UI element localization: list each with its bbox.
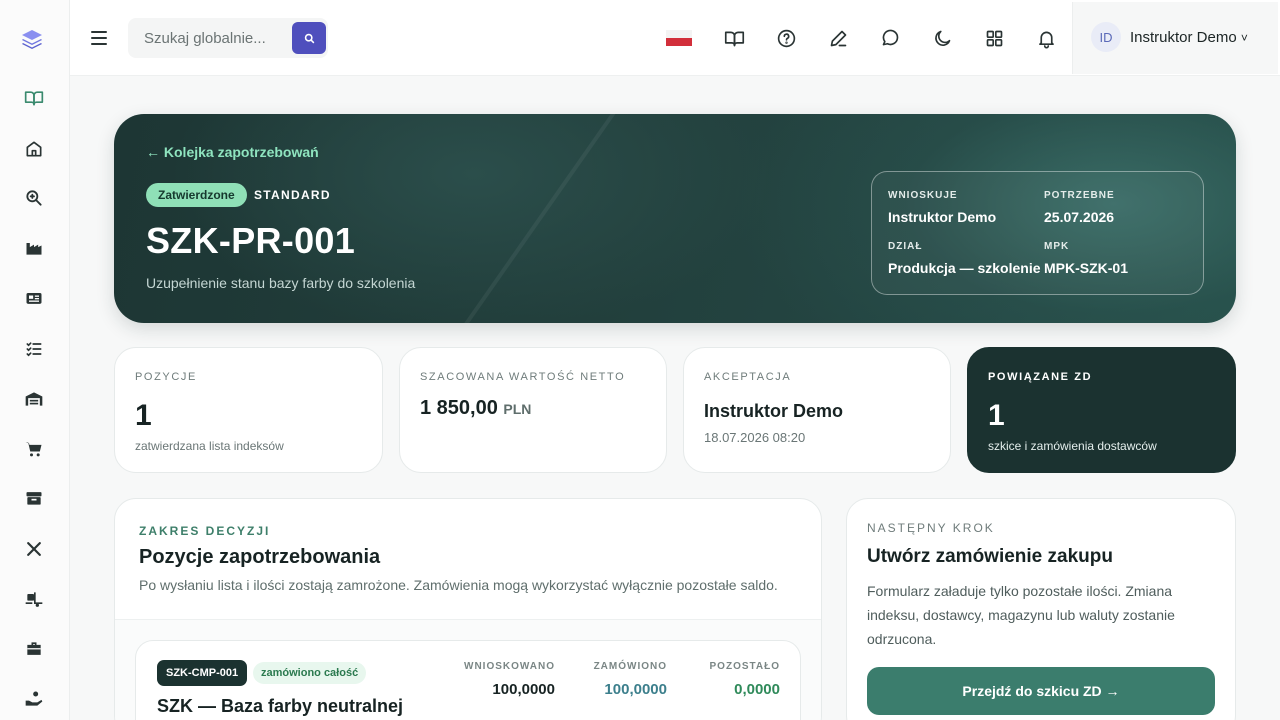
department-value: Produkcja — szkolenie (888, 260, 1041, 276)
moon-icon[interactable] (930, 26, 954, 50)
requested-value: 100,0000 (492, 681, 555, 698)
status-badge: Zatwierdzone (146, 183, 247, 207)
requester-label: WNIOSKUJE (888, 190, 958, 201)
net-value-label: SZACOWANA WARTOŚĆ NETTO (420, 371, 626, 383)
section-kicker: ZAKRES DECYZJI (139, 524, 271, 538)
net-value-amount: 1 850,00 PLN (420, 397, 531, 420)
linked-orders-card[interactable]: POWIĄZANE ZD 1 szkice i zamówienia dosta… (967, 347, 1236, 473)
book-open-icon[interactable] (22, 86, 46, 110)
positions-count: 1 (135, 399, 152, 432)
item-code-badge: SZK-CMP-001 (157, 660, 248, 686)
page-title: SZK-PR-001 (146, 220, 356, 261)
warehouse-icon[interactable] (22, 387, 46, 411)
user-name: Instruktor Demo (1130, 29, 1237, 46)
search-icon (304, 33, 314, 43)
back-to-queue-link[interactable]: ← Kolejka zapotrzebowań (146, 144, 319, 160)
ordered-value: 100,0000 (604, 681, 667, 698)
list-item: SZK-CMP-001 zamówiono całość SZK — Baza … (135, 640, 801, 720)
requisition-hero: ← Kolejka zapotrzebowań Zatwierdzone STA… (114, 114, 1236, 323)
next-step-description: Formularz załaduje tylko pozostałe ilośc… (867, 583, 1175, 647)
global-search (128, 18, 328, 58)
cart-icon[interactable] (22, 437, 46, 461)
next-step-title: Utwórz zamówienie zakupu (867, 546, 1113, 567)
pen-icon[interactable] (826, 26, 850, 50)
user-menu[interactable]: ID Instruktor Demo ˅ (1072, 2, 1278, 74)
tools-icon[interactable] (22, 537, 46, 561)
next-step-kicker: NASTĘPNY KROK (867, 521, 995, 535)
factory-icon[interactable] (22, 236, 46, 260)
home-icon[interactable] (22, 137, 46, 161)
cost-center-label: MPK (1044, 241, 1070, 252)
cost-center-value: MPK-SZK-01 (1044, 260, 1129, 276)
linked-orders-label: POWIĄZANE ZD (988, 371, 1093, 383)
linked-orders-count: 1 (988, 399, 1005, 432)
next-step-panel: NASTĘPNY KROK Utwórz zamówienie zakupu F… (846, 498, 1236, 720)
avatar: ID (1091, 22, 1121, 52)
logo-layers-icon[interactable] (20, 28, 44, 50)
item-name: SZK — Baza farby neutralnej (157, 696, 404, 716)
hero-decoration (454, 114, 618, 323)
requested-label: WNIOSKOWANO (464, 661, 555, 672)
go-to-po-draft-button[interactable]: Przejdź do szkicu ZD → (867, 667, 1215, 715)
search-zoom-icon[interactable] (22, 186, 46, 210)
needed-value: 25.07.2026 (1044, 209, 1115, 225)
hand-coin-icon[interactable] (22, 687, 46, 711)
menu-icon[interactable] (90, 28, 108, 48)
requester-value: Instruktor Demo (888, 209, 997, 225)
section-description: Po wysłaniu lista i ilości zostają zamro… (139, 577, 778, 593)
sidebar (0, 0, 70, 720)
net-value-card: SZACOWANA WARTOŚĆ NETTO 1 850,00 PLN (399, 347, 667, 473)
chat-icon[interactable] (878, 26, 902, 50)
remaining-label: POZOSTAŁO (709, 661, 780, 672)
page-subtitle: Uzupełnienie stanu bazy farby do szkolen… (146, 275, 416, 291)
net-value-number: 1 850,00 (420, 397, 498, 419)
id-card-icon[interactable] (22, 286, 46, 310)
positions-note: zatwierdzana lista indeksów (135, 439, 284, 453)
remaining-value: 0,0000 (734, 681, 780, 698)
chevron-down-icon: ˅ (1240, 31, 1248, 45)
linked-orders-note: szkice i zamówienia dostawców (988, 439, 1157, 453)
help-icon[interactable] (774, 26, 798, 50)
search-input[interactable] (128, 18, 288, 58)
bell-icon[interactable] (1034, 26, 1058, 50)
topbar: ID Instruktor Demo ˅ (70, 0, 1280, 76)
section-title: Pozycje zapotrzebowania (139, 546, 381, 568)
flag-pl-icon[interactable] (666, 30, 692, 46)
ordered-label: ZAMÓWIONO (593, 661, 667, 672)
department-label: DZIAŁ (888, 241, 923, 252)
box-icon[interactable] (22, 486, 46, 510)
approver-name: Instruktor Demo (704, 401, 844, 421)
search-button[interactable] (292, 22, 326, 54)
book-icon[interactable] (722, 26, 746, 50)
item-status-badge: zamówiono całość (253, 662, 367, 684)
approval-label: AKCEPTACJA (704, 371, 792, 383)
approval-date: 18.07.2026 08:20 (704, 430, 806, 445)
needed-label: POTRZEBNE (1044, 190, 1115, 201)
requisition-type: STANDARD (254, 188, 331, 202)
grid-icon[interactable] (982, 26, 1006, 50)
briefcase-icon[interactable] (22, 637, 46, 661)
requisition-meta: WNIOSKUJE Instruktor Demo POTRZEBNE 25.0… (871, 171, 1204, 295)
net-value-currency: PLN (503, 401, 532, 417)
list-check-icon[interactable] (22, 337, 46, 361)
positions-label: POZYCJE (135, 371, 197, 383)
truck-loading-icon[interactable] (22, 587, 46, 611)
approval-card: AKCEPTACJA Instruktor Demo 18.07.2026 08… (683, 347, 951, 473)
positions-card: POZYCJE 1 zatwierdzana lista indeksów (114, 347, 383, 473)
decision-scope-panel: ZAKRES DECYZJI Pozycje zapotrzebowania P… (114, 498, 822, 720)
